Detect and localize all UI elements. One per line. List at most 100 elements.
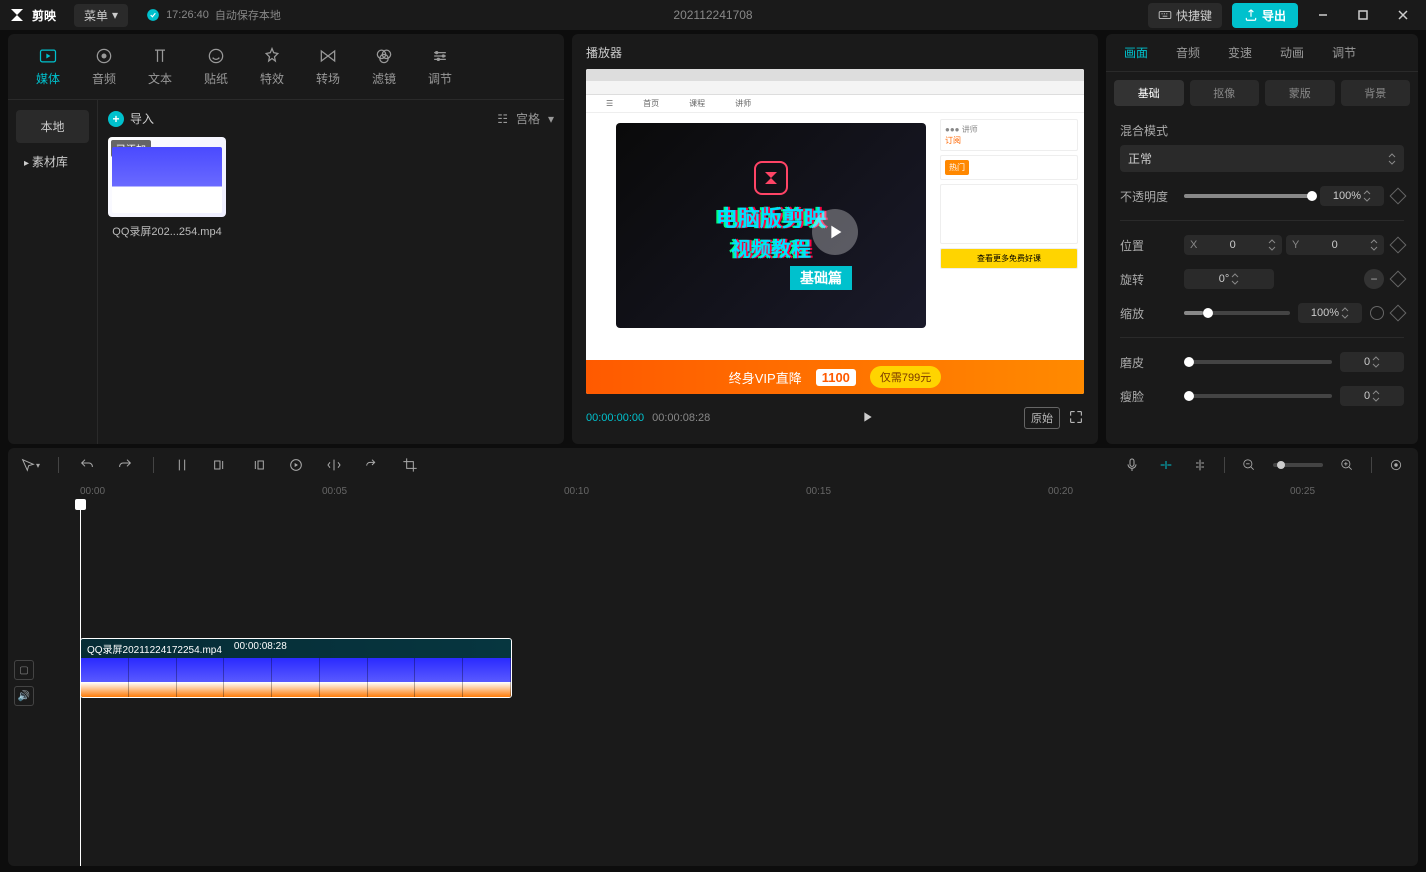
effects-icon [262, 46, 282, 66]
zoom-fit-button[interactable] [1386, 455, 1406, 475]
chevron-down-icon: ▾ [548, 112, 554, 126]
rotation-keyframe[interactable] [1390, 271, 1407, 288]
clip-thumbnail: 已添加 [108, 137, 226, 217]
snap-toggle[interactable] [1190, 455, 1210, 475]
crop-icon [402, 457, 418, 473]
blend-mode-select[interactable]: 正常 [1120, 145, 1404, 172]
tab-adjust[interactable]: 调节 [412, 40, 468, 93]
shortcuts-label: 快捷键 [1176, 7, 1212, 24]
position-x-input[interactable]: X0 [1184, 235, 1282, 255]
smooth-slider[interactable] [1184, 360, 1332, 364]
face-value[interactable]: 0 [1340, 386, 1404, 406]
trim-right-icon [250, 457, 266, 473]
play-icon [859, 409, 875, 425]
main-track-toggle[interactable] [1156, 455, 1176, 475]
rotation-input[interactable]: 0° [1184, 269, 1274, 289]
maximize-button[interactable] [1348, 3, 1378, 27]
rotate-icon [364, 457, 380, 473]
stepper-icon [1372, 390, 1380, 402]
insp-tab-audio[interactable]: 音频 [1162, 34, 1214, 71]
redo-button[interactable] [115, 455, 135, 475]
mirror-tool[interactable] [324, 455, 344, 475]
export-button[interactable]: 导出 [1232, 3, 1298, 28]
tab-sticker[interactable]: 贴纸 [188, 40, 244, 93]
delete-right-tool[interactable] [248, 455, 268, 475]
scale-slider[interactable] [1184, 311, 1290, 315]
align-icon [1192, 457, 1208, 473]
opacity-slider[interactable] [1184, 194, 1312, 198]
play-overlay-button[interactable] [812, 209, 858, 255]
mirror-icon [326, 457, 342, 473]
tab-filter[interactable]: 滤镜 [356, 40, 412, 93]
clip-name: QQ录屏20211224172254.mp4 [87, 641, 222, 656]
rotate-tool[interactable] [362, 455, 382, 475]
tab-media[interactable]: 媒体 [20, 40, 76, 93]
freeze-icon [288, 457, 304, 473]
subtab-basic[interactable]: 基础 [1114, 80, 1184, 106]
track-cover-toggle[interactable]: ▢ [14, 660, 34, 680]
play-button[interactable] [859, 409, 875, 428]
aspect-ratio-button[interactable]: 原始 [1024, 407, 1060, 429]
timeline-clip[interactable]: QQ录屏20211224172254.mp4 00:00:08:28 [80, 638, 512, 698]
zoom-out-button[interactable] [1239, 455, 1259, 475]
document-title: 202112241708 [673, 8, 752, 22]
sidebar-local[interactable]: 本地 [16, 110, 89, 143]
scale-label: 缩放 [1120, 305, 1176, 322]
clip-filename: QQ录屏202...254.mp4 [108, 223, 226, 239]
mic-icon [1124, 457, 1140, 473]
position-keyframe[interactable] [1390, 237, 1407, 254]
magnet-icon [1158, 457, 1174, 473]
autosave-status: 17:26:40 自动保存本地 [146, 7, 281, 23]
split-tool[interactable] [172, 455, 192, 475]
fullscreen-button[interactable] [1068, 409, 1084, 428]
track-mute-toggle[interactable]: 🔊 [14, 686, 34, 706]
stepper-icon [1231, 273, 1239, 285]
tab-transition[interactable]: 转场 [300, 40, 356, 93]
subtab-mask[interactable]: 蒙版 [1265, 80, 1335, 106]
scale-value[interactable]: 100% [1298, 303, 1362, 323]
import-button[interactable]: + 导入 [108, 110, 154, 127]
playhead[interactable] [80, 502, 81, 866]
player-viewport[interactable]: ☰首页课程讲师 电脑版剪映 视频教程 基础篇 ●●● 讲师订阅 热门 [586, 69, 1084, 394]
zoom-in-button[interactable] [1337, 455, 1357, 475]
timeline[interactable]: 00:00 00:05 00:10 00:15 00:20 00:25 ▢ 🔊 … [8, 482, 1418, 866]
opacity-value[interactable]: 100% [1320, 186, 1384, 206]
position-y-input[interactable]: Y0 [1286, 235, 1384, 255]
subtab-bg[interactable]: 背景 [1341, 80, 1411, 106]
save-time: 17:26:40 [166, 9, 209, 21]
view-mode-label[interactable]: 宫格 [516, 110, 540, 127]
tab-text[interactable]: 文本 [132, 40, 188, 93]
sort-icon[interactable]: ☷ [497, 112, 508, 126]
delete-left-tool[interactable] [210, 455, 230, 475]
adjust-icon [430, 46, 450, 66]
insp-tab-video[interactable]: 画面 [1110, 34, 1162, 71]
scale-keyframe[interactable] [1390, 305, 1407, 322]
close-button[interactable] [1388, 3, 1418, 27]
rotation-dial[interactable]: − [1364, 269, 1384, 289]
zoom-slider[interactable] [1273, 463, 1323, 467]
insp-tab-anim[interactable]: 动画 [1266, 34, 1318, 71]
scale-reset[interactable] [1370, 306, 1384, 320]
freeze-tool[interactable] [286, 455, 306, 475]
opacity-keyframe[interactable] [1390, 188, 1407, 205]
tab-effects[interactable]: 特效 [244, 40, 300, 93]
stepper-icon [1372, 356, 1380, 368]
crop-tool[interactable] [400, 455, 420, 475]
smooth-value[interactable]: 0 [1340, 352, 1404, 372]
tab-audio[interactable]: 音频 [76, 40, 132, 93]
minimize-button[interactable] [1308, 3, 1338, 27]
timeline-ruler[interactable]: 00:00 00:05 00:10 00:15 00:20 00:25 [68, 482, 1418, 502]
subtab-cutout[interactable]: 抠像 [1190, 80, 1260, 106]
record-audio-button[interactable] [1122, 455, 1142, 475]
save-text: 自动保存本地 [215, 7, 281, 23]
insp-tab-adjust[interactable]: 调节 [1318, 34, 1370, 71]
face-slider[interactable] [1184, 394, 1332, 398]
insp-tab-speed[interactable]: 变速 [1214, 34, 1266, 71]
undo-button[interactable] [77, 455, 97, 475]
timeline-tracks[interactable]: ▢ 🔊 QQ录屏20211224172254.mp4 00:00:08:28 [8, 502, 1418, 866]
sidebar-library[interactable]: 素材库 [8, 145, 97, 178]
media-clip[interactable]: 已添加 QQ录屏202...254.mp4 [108, 137, 226, 239]
select-tool[interactable]: ▾ [20, 455, 40, 475]
shortcuts-button[interactable]: 快捷键 [1148, 3, 1222, 28]
menu-button[interactable]: 菜单 ▾ [74, 4, 128, 27]
